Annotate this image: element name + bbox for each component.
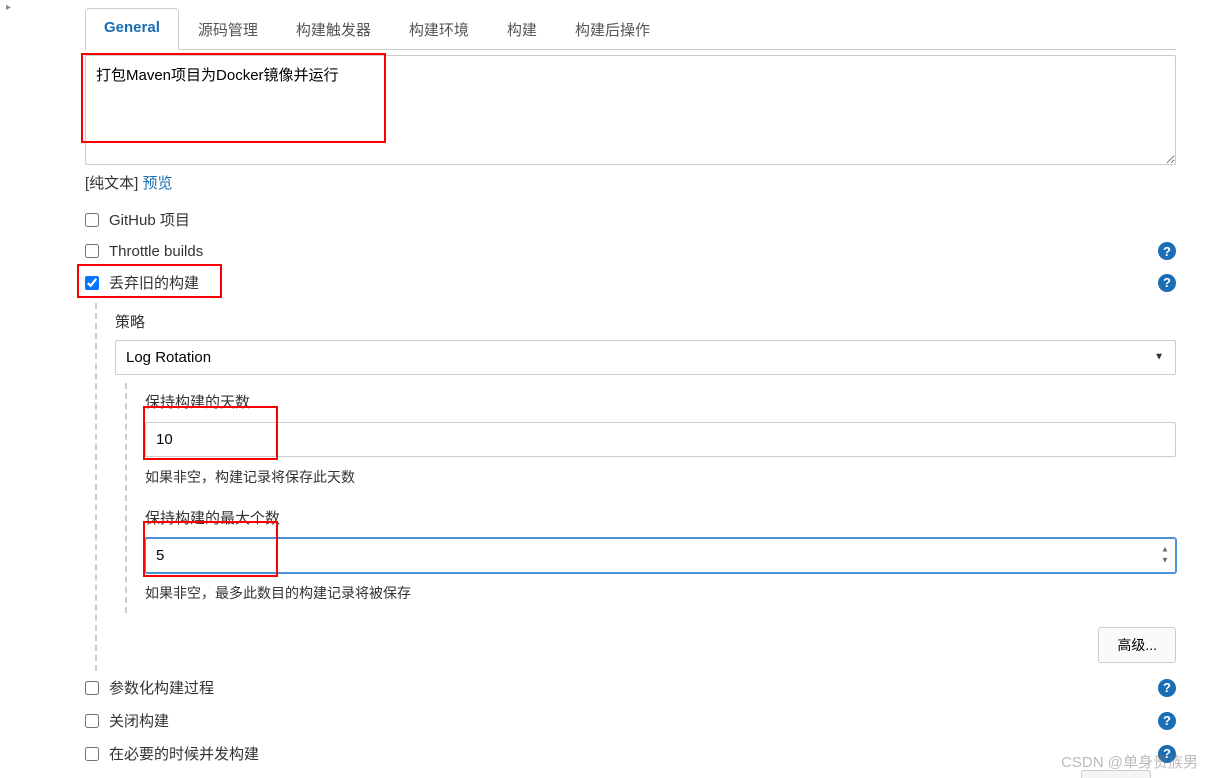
config-tabs: General 源码管理 构建触发器 构建环境 构建 构建后操作	[85, 8, 1176, 50]
help-icon[interactable]: ?	[1158, 679, 1176, 697]
spinner-down-icon[interactable]: ▼	[1158, 556, 1172, 566]
tab-scm[interactable]: 源码管理	[179, 8, 277, 50]
throttle-builds-checkbox[interactable]	[85, 244, 99, 258]
max-builds-input[interactable]	[145, 538, 1176, 573]
tab-post-build[interactable]: 构建后操作	[556, 8, 669, 50]
tab-general[interactable]: General	[85, 8, 179, 50]
help-icon[interactable]: ?	[1158, 712, 1176, 730]
parameterized-label: 参数化构建过程	[109, 677, 1158, 698]
days-to-keep-label: 保持构建的天数	[145, 383, 1176, 416]
max-builds-label: 保持构建的最大个数	[145, 493, 1176, 532]
max-builds-hint: 如果非空，最多此数目的构建记录将被保存	[145, 573, 1176, 609]
plain-text-label: [纯文本]	[85, 175, 138, 192]
help-icon[interactable]: ?	[1158, 274, 1176, 292]
preview-link[interactable]: 预览	[143, 175, 173, 192]
discard-old-builds-label: 丢弃旧的构建	[109, 272, 1158, 293]
advanced-button[interactable]: 高级...	[1098, 627, 1176, 663]
tab-triggers[interactable]: 构建触发器	[277, 8, 390, 50]
breadcrumb-arrow-icon: ▸	[6, 2, 11, 13]
github-project-label: GitHub 项目	[109, 209, 1176, 230]
tab-environment[interactable]: 构建环境	[390, 8, 488, 50]
github-project-checkbox[interactable]	[85, 213, 99, 227]
days-to-keep-hint: 如果非空，构建记录将保存此天数	[145, 457, 1176, 493]
discard-old-builds-checkbox[interactable]	[85, 276, 99, 290]
parameterized-checkbox[interactable]	[85, 681, 99, 695]
throttle-builds-label: Throttle builds	[109, 243, 1158, 260]
disable-build-checkbox[interactable]	[85, 714, 99, 728]
description-textarea[interactable]	[85, 55, 1176, 165]
concurrent-build-label: 在必要的时候并发构建	[109, 743, 1158, 764]
help-icon[interactable]: ?	[1158, 242, 1176, 260]
strategy-select[interactable]: Log Rotation	[115, 340, 1176, 375]
disable-build-label: 关闭构建	[109, 710, 1158, 731]
days-to-keep-input[interactable]	[145, 422, 1176, 457]
tab-build[interactable]: 构建	[488, 8, 556, 50]
partial-bottom-button[interactable]	[1081, 770, 1151, 778]
description-format-row: [纯文本] 预览	[85, 172, 1176, 193]
spinner-up-icon[interactable]: ▲	[1158, 545, 1172, 555]
help-icon[interactable]: ?	[1158, 745, 1176, 763]
strategy-label: 策略	[115, 303, 1176, 336]
concurrent-build-checkbox[interactable]	[85, 747, 99, 761]
